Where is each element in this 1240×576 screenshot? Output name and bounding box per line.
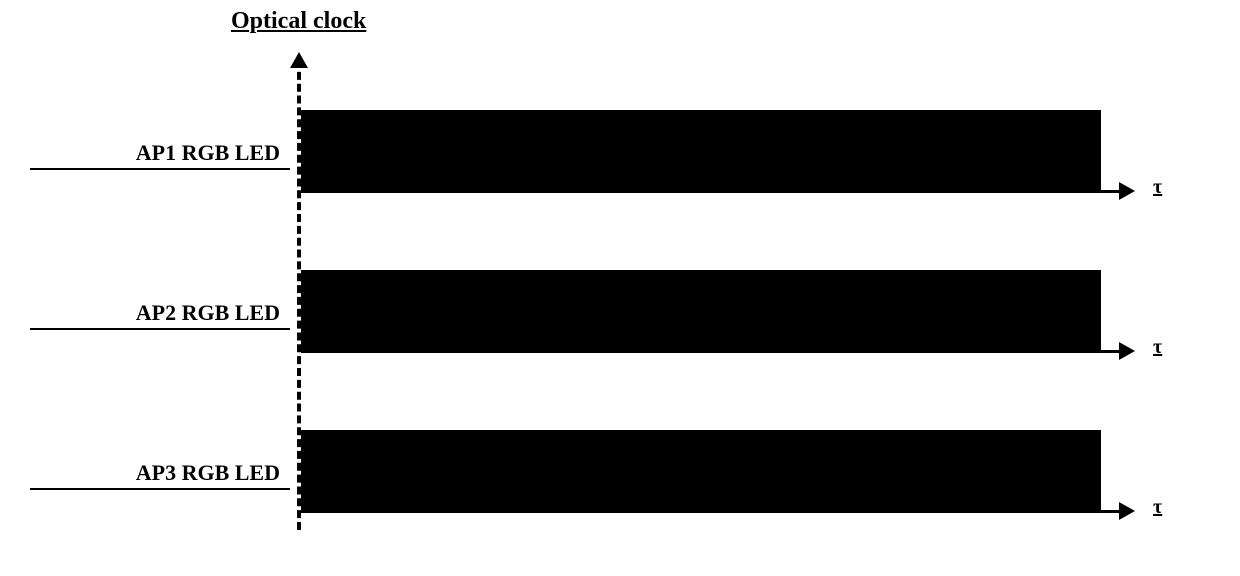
- row-label-ap2: AP2 RGB LED: [65, 300, 290, 326]
- time-axis-ap2: [301, 350, 1121, 353]
- arrow-right-icon: [1119, 502, 1135, 520]
- row-underline-ap3: [30, 488, 290, 490]
- time-axis-ap1: [301, 190, 1121, 193]
- row-underline-ap1: [30, 168, 290, 170]
- row-underline-ap2: [30, 328, 290, 330]
- pulse-bar-ap3: [301, 430, 1101, 510]
- arrow-right-icon: [1119, 182, 1135, 200]
- arrow-up-icon: [290, 52, 308, 68]
- row-label-ap1: AP1 RGB LED: [65, 140, 290, 166]
- pulse-bar-ap1: [301, 110, 1101, 190]
- row-label-ap3: AP3 RGB LED: [65, 460, 290, 486]
- pulse-bar-ap2: [301, 270, 1101, 350]
- axis-label-ap2: τ: [1153, 336, 1162, 359]
- axis-label-ap1: τ: [1153, 176, 1162, 199]
- diagram-title: Optical clock: [231, 8, 366, 35]
- axis-label-ap3: τ: [1153, 496, 1162, 519]
- arrow-right-icon: [1119, 342, 1135, 360]
- time-axis-ap3: [301, 510, 1121, 513]
